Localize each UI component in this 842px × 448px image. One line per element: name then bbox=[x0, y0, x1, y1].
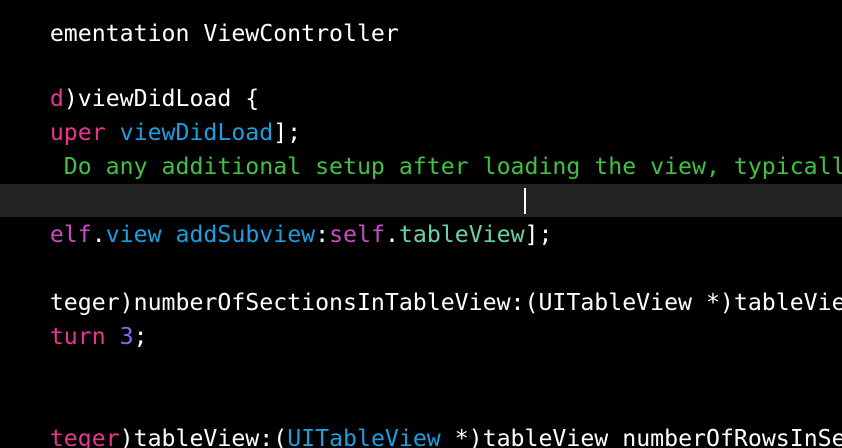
code-token: ; bbox=[133, 323, 148, 350]
code-token-type: UITableView bbox=[287, 425, 441, 448]
code-line-comment[interactable]: Do any additional setup after loading th… bbox=[0, 116, 842, 180]
code-line-add-subview[interactable]: elf.view addSubview:self.tableView]; bbox=[0, 184, 553, 248]
code-token-number: 3 bbox=[119, 323, 134, 350]
code-token-method: addSubview bbox=[175, 221, 316, 248]
code-line-viewdidload-signature[interactable]: d)viewDidLoad { bbox=[0, 48, 259, 112]
code-line-return[interactable]: turn 3; bbox=[0, 286, 148, 350]
code-token: teger)numberOfSectionsInTableView:(UITab… bbox=[49, 289, 842, 316]
text-cursor bbox=[524, 188, 526, 214]
code-token: . bbox=[91, 221, 106, 248]
code-token-comment: Do any additional setup after loading th… bbox=[49, 153, 842, 180]
code-token: *)tableView numberOfRowsInSec bbox=[440, 425, 842, 448]
code-token-keyword: turn bbox=[49, 323, 106, 350]
code-line-number-of-sections[interactable]: teger)numberOfSectionsInTableView:(UITab… bbox=[0, 252, 842, 316]
code-line-implementation[interactable]: ementation ViewController bbox=[0, 0, 399, 47]
code-token-property: tableView bbox=[398, 221, 525, 248]
code-line-number-of-rows[interactable]: teger)tableView:(UITableView *)tableView… bbox=[0, 388, 842, 448]
code-token: ]; bbox=[524, 221, 553, 248]
code-token: . bbox=[384, 221, 399, 248]
code-token: )tableView:( bbox=[119, 425, 288, 448]
code-line-super-call[interactable]: uper viewDidLoad]; bbox=[0, 82, 301, 146]
code-token: ementation ViewController bbox=[49, 20, 399, 47]
code-token: : bbox=[315, 221, 330, 248]
code-token-property: view bbox=[105, 221, 162, 248]
code-token-keyword: teger bbox=[49, 425, 120, 448]
code-token-self: self bbox=[329, 221, 385, 248]
code-editor[interactable]: ementation ViewController d)viewDidLoad … bbox=[0, 0, 842, 448]
code-token-self: elf bbox=[49, 221, 92, 248]
